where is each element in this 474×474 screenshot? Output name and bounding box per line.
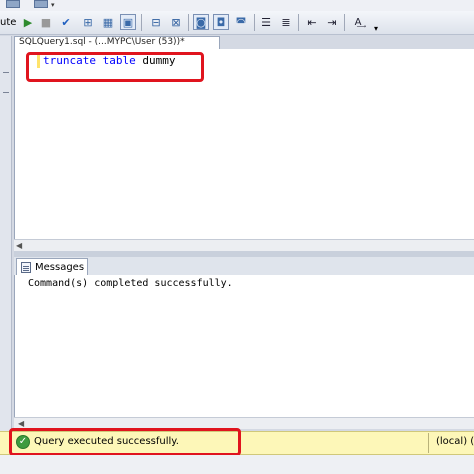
scroll-left-icon[interactable]: ◀ [18, 419, 24, 428]
results-to-text-icon[interactable]: ⊠ [168, 14, 184, 30]
new-query-icon[interactable] [6, 0, 20, 8]
top-toolbar: ▾ [0, 0, 474, 11]
tab-messages-label: Messages [35, 261, 85, 273]
options-icon[interactable]: ▣ [120, 14, 136, 30]
tab-messages[interactable]: Messages [16, 258, 88, 275]
sqlcmd-mode-icon[interactable]: ◚ [233, 14, 249, 30]
uncomment-icon[interactable]: ≣ [278, 14, 294, 30]
toolbar-separator [254, 14, 255, 31]
result-message: Command(s) completed successfully. [28, 278, 233, 289]
toolbar-separator [141, 14, 142, 31]
highlight-box-code [26, 52, 204, 82]
outdent-icon[interactable]: ⇤ [304, 14, 320, 30]
indent-icon[interactable]: ⇥ [324, 14, 340, 30]
execute-button[interactable]: ute [0, 17, 16, 28]
messages-icon [21, 261, 31, 273]
stop-icon[interactable]: ■ [38, 14, 54, 30]
splitter-grip [3, 72, 9, 73]
include-plan-icon[interactable]: ◙ [193, 14, 209, 30]
status-server: (local) (1 [436, 436, 474, 447]
editor-horizontal-scrollbar[interactable]: ◀ [14, 239, 474, 251]
window-bottom-area [0, 455, 474, 474]
toolbar-separator [298, 14, 299, 31]
comment-icon[interactable]: ☰ [258, 14, 274, 30]
client-statistics-icon[interactable]: ◘ [213, 14, 229, 30]
database-icon[interactable] [34, 0, 48, 8]
toolbar-separator [344, 14, 345, 31]
parse-icon[interactable]: ✔ [58, 14, 74, 30]
toolbar-separator [188, 14, 189, 31]
status-separator [428, 433, 429, 453]
specify-values-icon[interactable]: A͢ [350, 14, 366, 30]
toolbar-overflow-icon[interactable]: ▾ [368, 20, 384, 36]
display-plan-icon[interactable]: ⊞ [80, 14, 96, 30]
splitter-grip [3, 92, 9, 93]
dropdown-arrow-icon[interactable]: ▾ [51, 1, 55, 9]
scroll-left-icon[interactable]: ◀ [16, 241, 22, 250]
query-designer-icon[interactable]: ▦ [100, 14, 116, 30]
highlight-box-status [9, 428, 241, 456]
object-explorer-edge [0, 36, 12, 431]
debug-icon[interactable]: ▶ [20, 14, 36, 30]
messages-pane[interactable]: Command(s) completed successfully. [14, 275, 474, 417]
results-to-grid-icon[interactable]: ⊟ [148, 14, 164, 30]
tab-sql-query[interactable]: SQLQuery1.sql - (...MYPC\User (53))* [14, 36, 220, 49]
